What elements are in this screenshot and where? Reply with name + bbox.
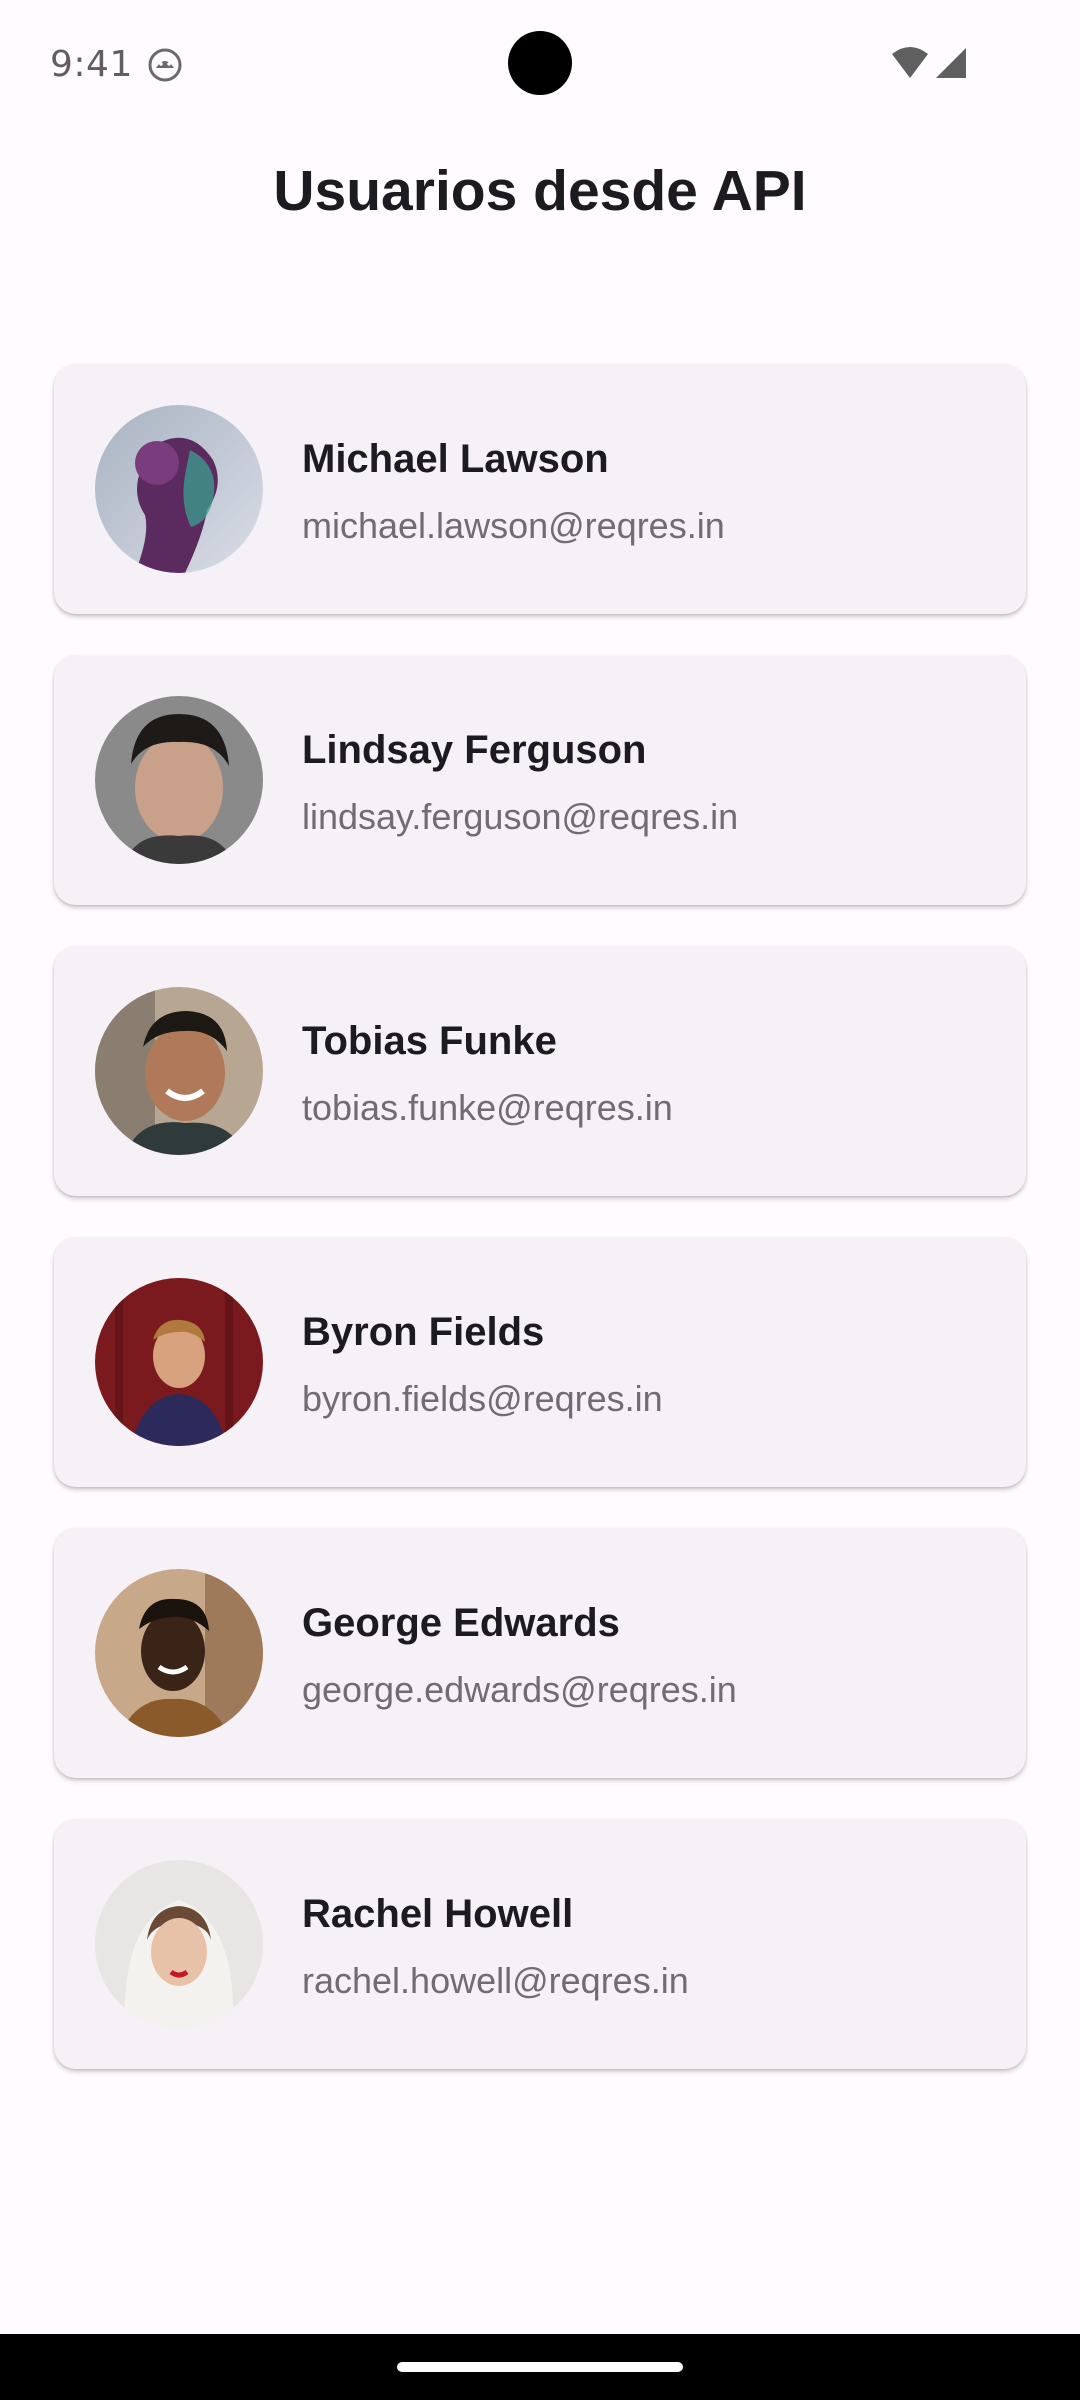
- user-name: Michael Lawson: [302, 437, 609, 481]
- navigation-bar: [0, 2334, 1080, 2400]
- user-card[interactable]: Michael Lawson michael.lawson@reqres.in: [54, 364, 1026, 614]
- user-card[interactable]: Rachel Howell rachel.howell@reqres.in: [54, 1819, 1026, 2069]
- avatar-photo: [95, 1860, 263, 2028]
- android-robot-icon: [148, 48, 182, 82]
- status-time: 9:41: [50, 44, 133, 85]
- user-name: Byron Fields: [302, 1310, 545, 1354]
- user-name: Rachel Howell: [302, 1892, 574, 1936]
- user-email: lindsay.ferguson@reqres.in: [302, 796, 739, 837]
- user-email: michael.lawson@reqres.in: [302, 505, 725, 546]
- avatar-photo: [95, 1569, 263, 1737]
- status-bar: 9:41: [0, 0, 1080, 128]
- user-card[interactable]: George Edwards george.edwards@reqres.in: [54, 1528, 1026, 1778]
- user-name: George Edwards: [302, 1601, 620, 1645]
- home-indicator[interactable]: [397, 2362, 683, 2372]
- user-list: Michael Lawson michael.lawson@reqres.in …: [54, 364, 1026, 2110]
- user-card[interactable]: Tobias Funke tobias.funke@reqres.in: [54, 946, 1026, 1196]
- camera-cutout: [508, 31, 572, 95]
- cell-signal-icon: [934, 46, 968, 80]
- user-email: george.edwards@reqres.in: [302, 1669, 737, 1710]
- user-card[interactable]: Byron Fields byron.fields@reqres.in: [54, 1237, 1026, 1487]
- user-name: Tobias Funke: [302, 1019, 557, 1063]
- user-name: Lindsay Ferguson: [302, 728, 647, 772]
- wifi-icon: [890, 46, 930, 80]
- avatar-photo: [95, 696, 263, 864]
- avatar-photo: [95, 987, 263, 1155]
- avatar-photo: [95, 405, 263, 573]
- user-email: byron.fields@reqres.in: [302, 1378, 663, 1419]
- user-card[interactable]: Lindsay Ferguson lindsay.ferguson@reqres…: [54, 655, 1026, 905]
- page-title: Usuarios desde API: [273, 159, 807, 223]
- user-email: rachel.howell@reqres.in: [302, 1960, 689, 2001]
- avatar-photo: [95, 1278, 263, 1446]
- user-email: tobias.funke@reqres.in: [302, 1087, 673, 1128]
